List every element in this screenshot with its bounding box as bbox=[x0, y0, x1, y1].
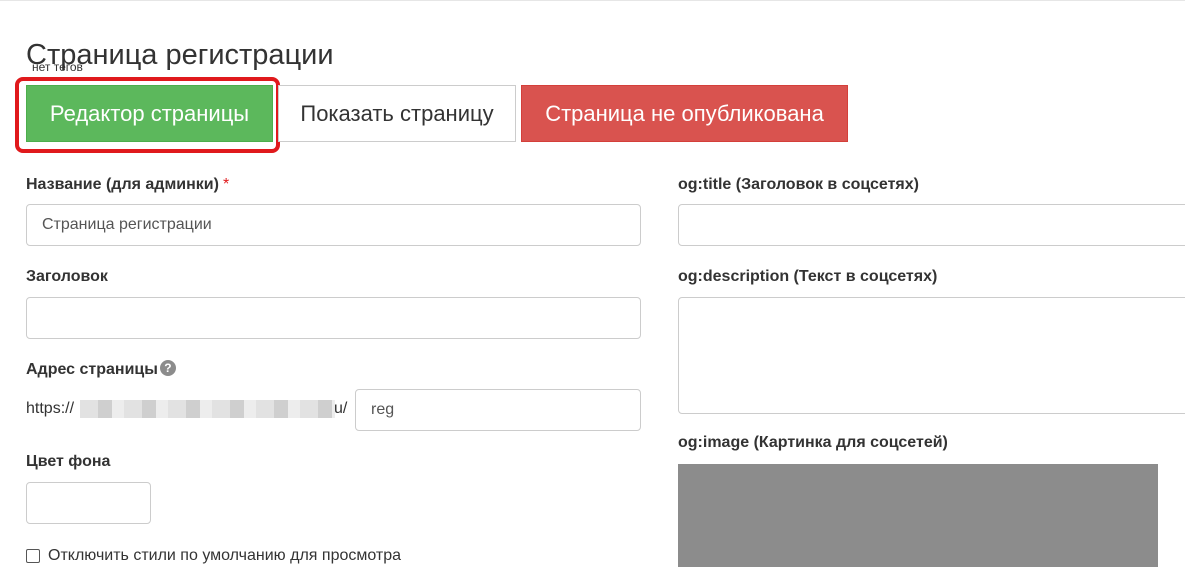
og-description-label: og:description (Текст в соцсетях) bbox=[678, 268, 938, 285]
required-mark: * bbox=[222, 176, 230, 193]
blurred-domain bbox=[80, 400, 335, 418]
disable-styles-option[interactable]: Отключить стили по умолчанию для просмот… bbox=[26, 547, 401, 565]
og-title-label: og:title (Заголовок в соцсетях) bbox=[678, 176, 919, 193]
disable-styles-checkbox[interactable] bbox=[26, 549, 40, 563]
name-label: Название (для админки) * bbox=[26, 176, 229, 194]
tags-text: нет тегов bbox=[32, 60, 83, 74]
og-description-textarea[interactable] bbox=[678, 297, 1185, 414]
og-title-input[interactable] bbox=[678, 204, 1185, 246]
not-published-button[interactable]: Страница не опубликована bbox=[521, 85, 848, 142]
bg-color-input[interactable] bbox=[26, 482, 151, 524]
heading-label: Заголовок bbox=[26, 268, 108, 285]
address-label: Адрес страницы? bbox=[26, 360, 176, 379]
url-suffix: u/ bbox=[334, 400, 348, 417]
name-input[interactable] bbox=[26, 204, 641, 246]
name-label-text: Название (для админки) bbox=[26, 176, 219, 193]
address-label-text: Адрес страницы bbox=[26, 361, 158, 378]
show-page-button[interactable]: Показать страницу bbox=[278, 85, 516, 142]
top-divider bbox=[0, 0, 1185, 1]
page-slug-input[interactable] bbox=[355, 389, 641, 431]
question-circle-icon[interactable]: ? bbox=[159, 360, 176, 376]
page-editor-button[interactable]: Редактор страницы bbox=[26, 85, 273, 142]
bg-color-label: Цвет фона bbox=[26, 453, 111, 470]
heading-input[interactable] bbox=[26, 297, 641, 339]
disable-styles-label: Отключить стили по умолчанию для просмот… bbox=[48, 547, 402, 564]
url-prefix: https:// bbox=[26, 400, 75, 417]
og-image-placeholder[interactable] bbox=[678, 464, 1158, 567]
og-image-label: og:image (Картинка для соцсетей) bbox=[678, 434, 948, 451]
